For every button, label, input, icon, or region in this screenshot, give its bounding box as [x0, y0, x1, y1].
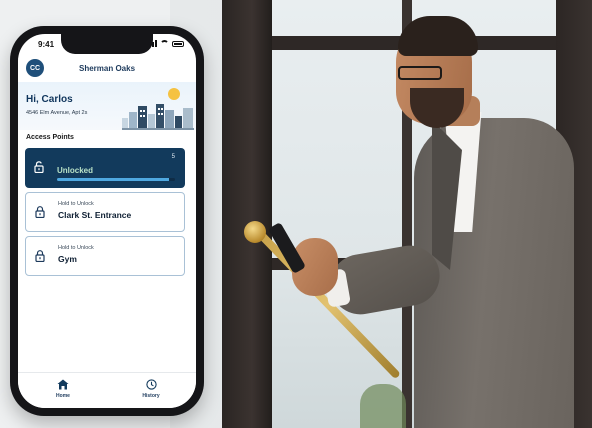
access-card-unlocked[interactable]: 5 Unlocked — [25, 148, 185, 188]
location-title[interactable]: Sherman Oaks — [18, 64, 196, 73]
unlock-progress-fill — [57, 178, 170, 181]
greeting-title: Hi, Carlos — [26, 94, 73, 105]
bottom-tab-bar: Home History — [18, 372, 196, 408]
hold-to-unlock-hint: Hold to Unlock — [58, 201, 94, 207]
lock-icon — [35, 250, 45, 262]
city-skyline-icon — [122, 104, 194, 130]
plant — [360, 384, 406, 428]
tab-history[interactable]: History — [126, 379, 176, 399]
unlocked-lock-icon — [34, 161, 44, 173]
battery-icon — [172, 40, 184, 47]
app-screen: 9:41 CC Sherman Oaks Hi, Carlos 4546 Elm… — [18, 34, 196, 408]
tab-home[interactable]: Home — [38, 379, 88, 399]
access-card-clark-st-entrance[interactable]: Hold to Unlock Clark St. Entrance — [25, 192, 185, 232]
hold-to-unlock-hint: Hold to Unlock — [58, 245, 94, 251]
access-point-name: Clark St. Entrance — [58, 210, 132, 220]
sun-icon — [168, 88, 180, 100]
access-card-gym[interactable]: Hold to Unlock Gym — [25, 236, 185, 276]
marketing-scene: 9:41 CC Sherman Oaks Hi, Carlos 4546 Elm… — [0, 0, 592, 428]
access-point-name: Gym — [58, 254, 77, 264]
address-text: 4546 Elm Avenue, Apt 2s — [26, 110, 88, 116]
tab-home-label: Home — [56, 393, 70, 399]
phone-mockup: 9:41 CC Sherman Oaks Hi, Carlos 4546 Elm… — [10, 26, 204, 416]
lock-icon — [35, 206, 45, 218]
clock-icon — [145, 379, 157, 390]
door-frame-left — [222, 0, 272, 428]
app-header: CC Sherman Oaks — [18, 56, 196, 80]
unlocked-status: Unlocked — [57, 166, 94, 175]
man-glasses — [398, 66, 442, 80]
section-title: Access Points — [26, 134, 74, 141]
unlock-progress-bar — [57, 178, 175, 181]
tab-history-label: History — [142, 393, 160, 399]
wifi-icon — [160, 40, 169, 47]
home-icon — [57, 379, 69, 390]
door-knob — [244, 221, 266, 243]
greeting-banner: Hi, Carlos 4546 Elm Avenue, Apt 2s — [18, 82, 196, 130]
unlock-countdown: 5 — [171, 154, 175, 160]
phone-notch — [61, 34, 153, 54]
status-time: 9:41 — [38, 40, 55, 49]
